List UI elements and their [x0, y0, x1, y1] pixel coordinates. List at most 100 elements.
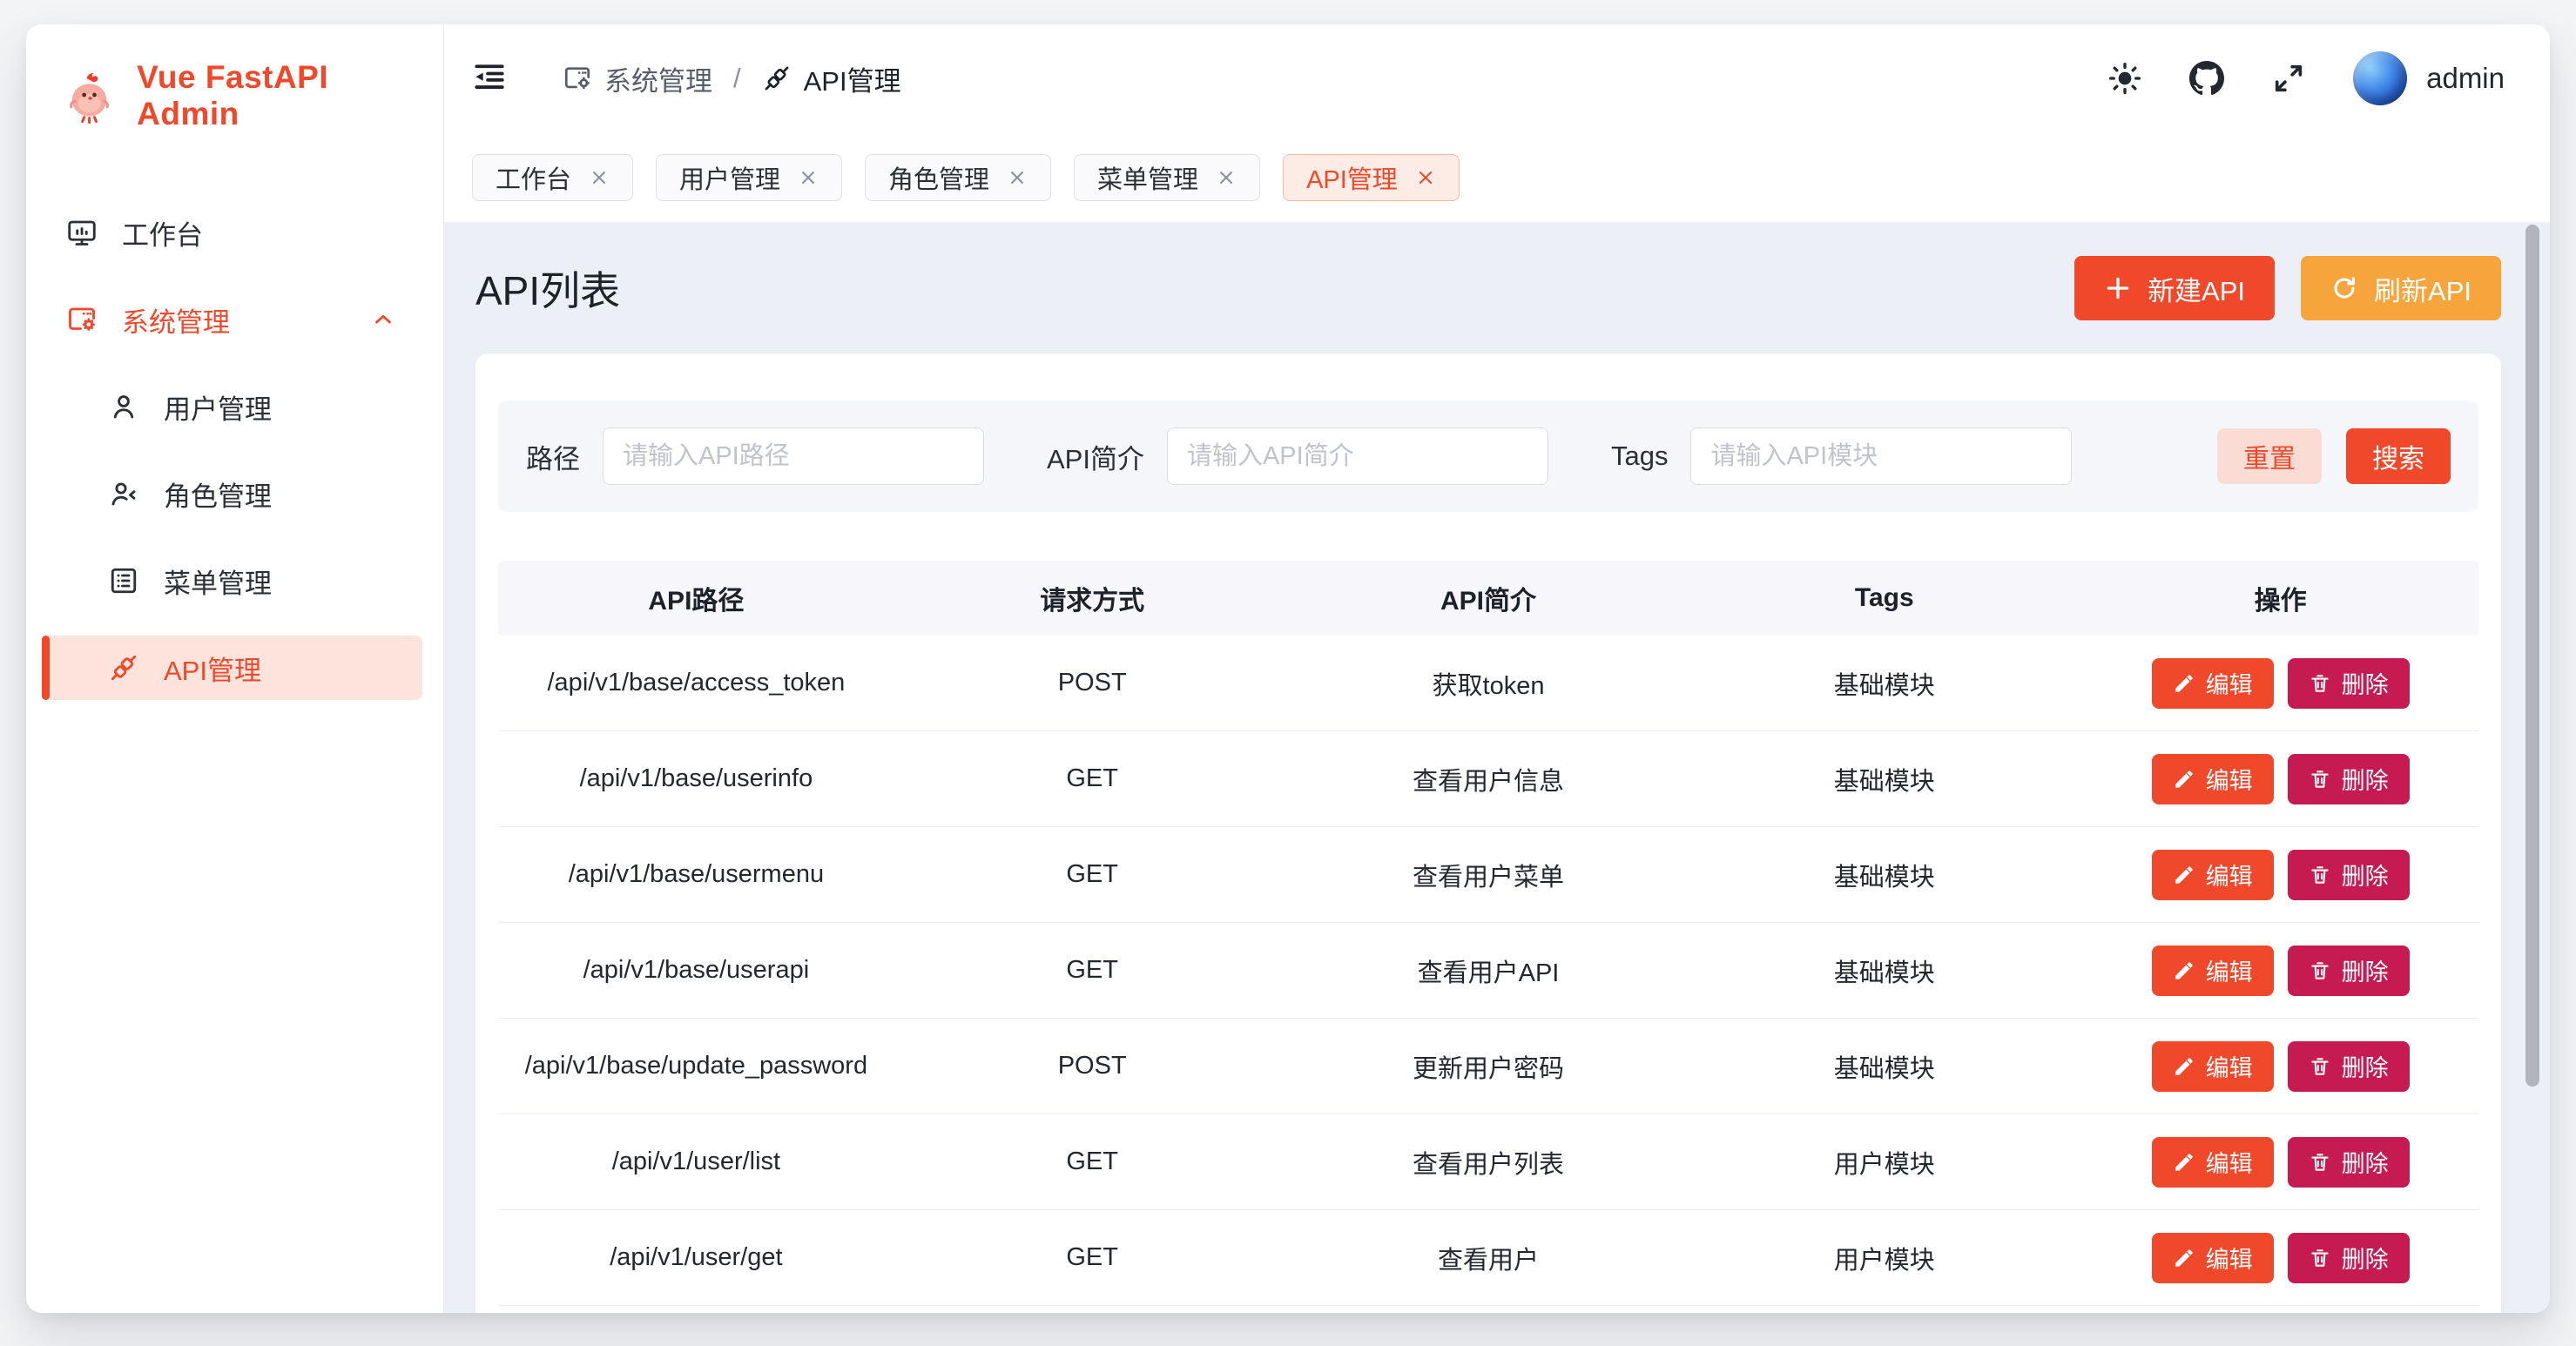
edit-label: 编辑	[2206, 762, 2253, 796]
tab-api[interactable]: API管理	[1283, 154, 1460, 201]
sidebar-item-label: 菜单管理	[164, 562, 272, 601]
cell-summary: 查看用户列表	[1291, 1144, 1687, 1181]
table-row: /api/v1/user/get GET 查看用户 用户模块 编辑 删除	[498, 1210, 2478, 1306]
breadcrumb-label: API管理	[804, 59, 901, 98]
column-path: API路径	[498, 579, 894, 617]
sidebar-item-users[interactable]: 用户管理	[42, 374, 422, 439]
cell-method: POST	[894, 1052, 1291, 1080]
cell-method: GET	[894, 860, 1291, 889]
delete-button[interactable]: 删除	[2288, 658, 2410, 709]
edit-button[interactable]: 编辑	[2152, 1137, 2274, 1188]
tab-users[interactable]: 用户管理	[656, 154, 842, 201]
search-button[interactable]: 搜索	[2346, 428, 2451, 484]
tab-roles[interactable]: 角色管理	[865, 154, 1051, 201]
tab-label: 菜单管理	[1097, 159, 1198, 196]
breadcrumb-system[interactable]: 系统管理	[563, 59, 712, 98]
edit-button[interactable]: 编辑	[2152, 1233, 2274, 1283]
cell-summary: 更新用户密码	[1291, 1048, 1687, 1085]
refresh-icon	[2330, 274, 2358, 302]
reset-button[interactable]: 重置	[2217, 428, 2322, 484]
column-summary: API简介	[1291, 579, 1687, 617]
delete-label: 删除	[2342, 666, 2389, 700]
tags-filter-input[interactable]	[1690, 427, 2072, 485]
delete-button[interactable]: 删除	[2288, 850, 2410, 900]
system-window-icon	[563, 64, 592, 93]
plug-icon	[108, 652, 139, 683]
delete-label: 删除	[2342, 1145, 2389, 1179]
column-tags: Tags	[1686, 583, 2082, 613]
fullscreen-icon[interactable]	[2271, 61, 2306, 96]
cell-method: POST	[894, 669, 1291, 697]
tab-label: API管理	[1306, 159, 1398, 196]
sidebar-item-menus[interactable]: 菜单管理	[42, 548, 422, 613]
edit-label: 编辑	[2206, 953, 2253, 987]
close-icon[interactable]	[798, 167, 819, 188]
tab-workbench[interactable]: 工作台	[472, 154, 633, 201]
trash-icon	[2309, 959, 2331, 982]
sidebar: Vue FastAPI Admin 工作台	[26, 24, 444, 1313]
sidebar-item-roles[interactable]: 角色管理	[42, 461, 422, 526]
cell-tags: 用户模块	[1686, 1144, 2082, 1181]
edit-label: 编辑	[2206, 1145, 2253, 1179]
table-row: /api/v1/base/userinfo GET 查看用户信息 基础模块 编辑	[498, 731, 2478, 827]
pencil-icon	[2173, 672, 2195, 695]
summary-filter-input[interactable]	[1167, 427, 1548, 485]
cell-path: /api/v1/user/list	[498, 1147, 894, 1176]
tab-label: 用户管理	[679, 159, 780, 196]
app-logo[interactable]: Vue FastAPI Admin	[26, 24, 443, 146]
cell-summary: 查看用户	[1291, 1240, 1687, 1276]
delete-button[interactable]: 删除	[2288, 754, 2410, 804]
sidebar-item-label: 工作台	[122, 213, 203, 252]
close-icon[interactable]	[1216, 167, 1237, 188]
delete-label: 删除	[2342, 1049, 2389, 1083]
table-row: /api/v1/base/access_token POST 获取token 基…	[498, 636, 2478, 731]
theme-sun-icon[interactable]	[2107, 61, 2142, 96]
menu-list-icon	[108, 565, 139, 596]
sidebar-item-api[interactable]: API管理	[42, 636, 422, 700]
refresh-api-button[interactable]: 刷新API	[2301, 256, 2501, 320]
close-icon[interactable]	[1415, 167, 1436, 188]
delete-button[interactable]: 删除	[2288, 1041, 2410, 1092]
user-menu[interactable]: admin	[2353, 51, 2505, 105]
cell-tags: 基础模块	[1686, 1048, 2082, 1085]
pencil-icon	[2173, 1055, 2195, 1078]
sidebar-item-label: 角色管理	[164, 474, 272, 514]
sidebar-collapse-icon[interactable]	[470, 59, 509, 98]
cell-tags: 基础模块	[1686, 761, 2082, 798]
cell-path: /api/v1/base/access_token	[498, 669, 894, 697]
edit-button[interactable]: 编辑	[2152, 850, 2274, 900]
new-api-button[interactable]: 新建API	[2074, 256, 2275, 320]
close-icon[interactable]	[589, 167, 610, 188]
table-header: API路径 请求方式 API简介 Tags 操作	[498, 561, 2478, 636]
cell-summary: 查看用户API	[1291, 952, 1687, 989]
vertical-scrollbar[interactable]	[2525, 225, 2539, 1087]
table-row: /api/v1/user/list GET 查看用户列表 用户模块 编辑 删除	[498, 1114, 2478, 1210]
edit-button[interactable]: 编辑	[2152, 1041, 2274, 1092]
delete-button[interactable]: 删除	[2288, 946, 2410, 996]
avatar	[2353, 51, 2407, 105]
cell-path: /api/v1/base/userapi	[498, 956, 894, 985]
app-title: Vue FastAPI Admin	[137, 59, 426, 132]
summary-filter-label: API简介	[1047, 437, 1144, 476]
edit-label: 编辑	[2206, 1241, 2253, 1275]
edit-label: 编辑	[2206, 858, 2253, 892]
username: admin	[2426, 62, 2505, 95]
chick-logo-icon	[63, 67, 118, 125]
plus-icon	[2104, 274, 2132, 302]
path-filter-input[interactable]	[603, 427, 984, 485]
edit-button[interactable]: 编辑	[2152, 946, 2274, 996]
refresh-api-label: 刷新API	[2374, 269, 2471, 308]
edit-button[interactable]: 编辑	[2152, 754, 2274, 804]
pencil-icon	[2173, 1151, 2195, 1174]
tab-menus[interactable]: 菜单管理	[1074, 154, 1260, 201]
trash-icon	[2309, 864, 2331, 886]
close-icon[interactable]	[1007, 167, 1028, 188]
edit-button[interactable]: 编辑	[2152, 658, 2274, 709]
delete-button[interactable]: 删除	[2288, 1137, 2410, 1188]
sidebar-item-system[interactable]: 系统管理	[42, 287, 422, 352]
sidebar-item-workbench[interactable]: 工作台	[42, 200, 422, 265]
breadcrumb: 系统管理 / API管理	[563, 59, 901, 98]
breadcrumb-api[interactable]: API管理	[762, 59, 901, 98]
github-icon[interactable]	[2189, 61, 2224, 96]
delete-button[interactable]: 删除	[2288, 1233, 2410, 1283]
